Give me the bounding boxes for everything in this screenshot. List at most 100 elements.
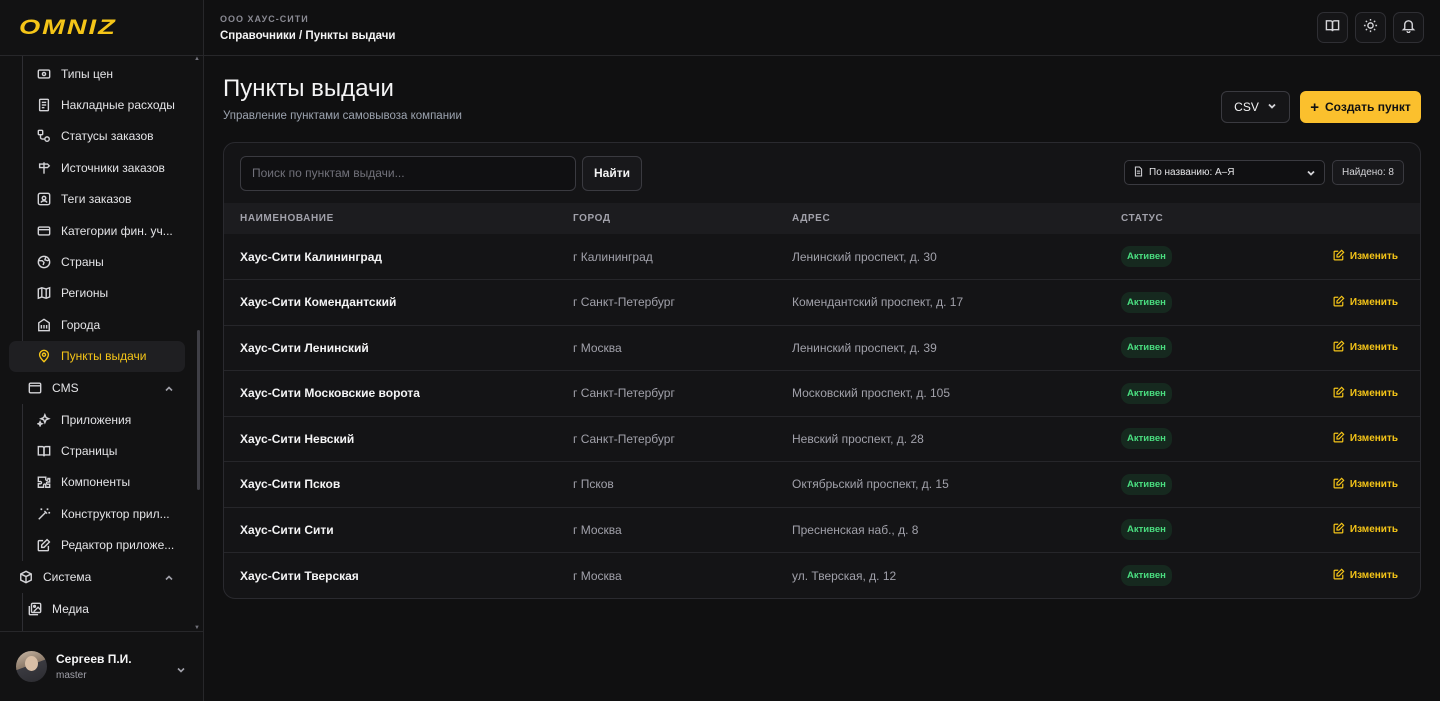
table-header-row: НАИМЕНОВАНИЕ ГОРОД АДРЕС СТАТУС bbox=[224, 203, 1420, 234]
edit-button[interactable]: Изменить bbox=[1333, 386, 1398, 401]
edit-button[interactable]: Изменить bbox=[1333, 568, 1398, 583]
edit-label: Изменить bbox=[1349, 570, 1398, 581]
edit-button[interactable]: Изменить bbox=[1333, 295, 1398, 310]
cell-name: Хаус-Сити Московские ворота bbox=[240, 386, 420, 401]
sidebar-item-label: Статусы заказов bbox=[61, 129, 154, 144]
sidebar-item-cities[interactable]: Города bbox=[0, 309, 203, 340]
page-header: Пункты выдачи Управление пунктами самовы… bbox=[223, 75, 1421, 142]
sidebar-group-system[interactable]: Система bbox=[0, 561, 203, 593]
table-row[interactable]: Хаус-Сити Тверская г Москва ул. Тверская, … bbox=[224, 552, 1420, 599]
sidebar-item-countries[interactable]: Страны bbox=[0, 246, 203, 277]
user-menu[interactable]: Сергеев П.И. master bbox=[0, 631, 203, 701]
table-row[interactable]: Хаус-Сити Сити г Москва Пресненская наб., … bbox=[224, 507, 1420, 553]
sidebar-item-components[interactable]: Компоненты bbox=[0, 467, 203, 498]
edit-icon bbox=[1333, 386, 1345, 401]
status-badge: Активен bbox=[1121, 473, 1172, 495]
sidebar-item-label: Города bbox=[61, 317, 101, 332]
edit-button[interactable]: Изменить bbox=[1333, 477, 1398, 492]
cell-status: Активен bbox=[1121, 507, 1231, 553]
sidebar-item-label: Теги заказов bbox=[61, 192, 132, 207]
cell-address: ул. Тверская, д. 12 bbox=[792, 568, 897, 583]
document-icon bbox=[1133, 166, 1149, 180]
cell-address: Октябрьский проспект, д. 15 bbox=[792, 477, 949, 492]
sidebar-item-label: Типы цен bbox=[61, 66, 114, 81]
sparkles-icon bbox=[37, 412, 51, 427]
chevron-down-icon bbox=[1306, 168, 1316, 181]
edit-label: Изменить bbox=[1349, 296, 1398, 308]
cell-city: г Москва bbox=[573, 340, 622, 355]
breadcrumb-path[interactable]: Справочники / Пункты выдачи bbox=[220, 30, 396, 42]
column-header-status[interactable]: СТАТУС bbox=[1121, 203, 1231, 234]
sidebar-item-label: Регионы bbox=[61, 286, 109, 301]
signpost-icon bbox=[37, 161, 51, 175]
notifications-button[interactable] bbox=[1393, 12, 1424, 43]
cell-city: г Санкт-Петербург bbox=[573, 431, 675, 446]
sidebar-item-media[interactable]: Медиа bbox=[0, 593, 203, 624]
sidebar-item-order-sources[interactable]: Источники заказов bbox=[0, 152, 203, 183]
content: Пункты выдачи Управление пунктами самовы… bbox=[204, 56, 1440, 599]
avatar bbox=[16, 651, 47, 682]
chevron-down-icon bbox=[1267, 100, 1277, 114]
csv-export-button[interactable]: CSV bbox=[1221, 91, 1290, 123]
search-input[interactable] bbox=[240, 155, 576, 191]
sort-select[interactable]: По названию: А–Я bbox=[1124, 160, 1325, 185]
cell-status: Активен bbox=[1121, 462, 1231, 508]
edit-icon bbox=[1333, 431, 1345, 446]
theme-toggle-button[interactable] bbox=[1355, 12, 1386, 43]
cell-name: Хаус-Сити Ленинский bbox=[240, 340, 369, 355]
edit-label: Изменить bbox=[1349, 251, 1398, 262]
sidebar-item-pages[interactable]: Страницы bbox=[0, 435, 203, 466]
table-row[interactable]: Хаус-Сити Невский г Санкт-Петербург Невски… bbox=[224, 416, 1420, 462]
chevron-up-icon bbox=[164, 572, 174, 582]
topbar-actions bbox=[1317, 12, 1424, 43]
sun-icon bbox=[1363, 18, 1378, 38]
sidebar-item-overheads[interactable]: Накладные расходы bbox=[0, 89, 203, 120]
map-pin-icon bbox=[37, 349, 51, 363]
brand-logo[interactable]: OMNIZ bbox=[19, 16, 117, 40]
edit-icon bbox=[1333, 568, 1345, 583]
images-icon bbox=[28, 602, 42, 616]
edit-button[interactable]: Изменить bbox=[1333, 340, 1398, 355]
sidebar-item-price-types[interactable]: Типы цен bbox=[0, 58, 203, 89]
sidebar-item-regions[interactable]: Регионы bbox=[0, 278, 203, 309]
table-row[interactable]: Хаус-Сити Комендантский г Санкт-Петербург… bbox=[224, 279, 1420, 326]
sidebar-scrollbar-thumb[interactable] bbox=[197, 330, 200, 490]
edit-button[interactable]: Изменить bbox=[1333, 431, 1398, 446]
edit-icon bbox=[1333, 249, 1345, 264]
sidebar-item-apps[interactable]: Приложения bbox=[0, 404, 203, 435]
main-area: ООО ХАУС-СИТИ Справочники / Пункты выдач… bbox=[204, 0, 1440, 701]
edit-button[interactable]: Изменить bbox=[1333, 522, 1398, 537]
sidebar-item-fin-categories[interactable]: Категории фин. уч... bbox=[0, 215, 203, 246]
table-row[interactable]: Хаус-Сити Калининград г Калининград Ленинс… bbox=[224, 234, 1420, 280]
edit-label: Изменить bbox=[1349, 342, 1398, 354]
sidebar-item-label: Компоненты bbox=[61, 475, 131, 490]
table-toolbar: Найти По названию: А–Я Найдено: 8 bbox=[224, 143, 1420, 203]
sidebar-item-pickup-points[interactable]: Пункты выдачи bbox=[9, 340, 185, 372]
edit-label: Изменить bbox=[1349, 433, 1398, 445]
table-row[interactable]: Хаус-Сити Московские ворота г Санкт-Петер… bbox=[224, 370, 1420, 417]
sidebar-item-app-builder[interactable]: Конструктор прил... bbox=[0, 498, 203, 529]
window-icon bbox=[28, 381, 42, 395]
user-role: master bbox=[56, 670, 87, 681]
column-header-city[interactable]: ГОРОД bbox=[573, 203, 792, 234]
column-header-name[interactable]: НАИМЕНОВАНИЕ bbox=[224, 203, 573, 234]
create-point-button[interactable]: + Создать пункт bbox=[1300, 91, 1421, 123]
column-header-address[interactable]: АДРЕС bbox=[792, 203, 1121, 234]
scroll-up-arrow-icon[interactable]: ▲ bbox=[194, 56, 200, 62]
sidebar-item-app-editor[interactable]: Редактор приложе... bbox=[0, 529, 203, 560]
table-row[interactable]: Хаус-Сити Псков г Псков Октябрьский проспе… bbox=[224, 461, 1420, 508]
docs-button[interactable] bbox=[1317, 12, 1348, 43]
sidebar-item-order-tags[interactable]: Теги заказов bbox=[0, 184, 203, 215]
edit-label: Изменить bbox=[1349, 478, 1398, 490]
cell-city: г Псков bbox=[573, 477, 614, 492]
edit-icon bbox=[1333, 295, 1345, 310]
sidebar-item-order-statuses[interactable]: Статусы заказов bbox=[0, 121, 203, 152]
table-row[interactable]: Хаус-Сити Ленинский г Москва Ленинский про… bbox=[224, 325, 1420, 371]
edit-button[interactable]: Изменить bbox=[1333, 249, 1398, 264]
find-button[interactable]: Найти bbox=[582, 155, 642, 191]
csv-label: CSV bbox=[1234, 100, 1259, 114]
sidebar: OMNIZ Типы цен Накладные расходы Статусы… bbox=[0, 0, 204, 701]
status-badge: Активен bbox=[1121, 337, 1172, 359]
sidebar-group-cms[interactable]: CMS bbox=[0, 372, 203, 404]
banknote-icon bbox=[37, 67, 51, 81]
